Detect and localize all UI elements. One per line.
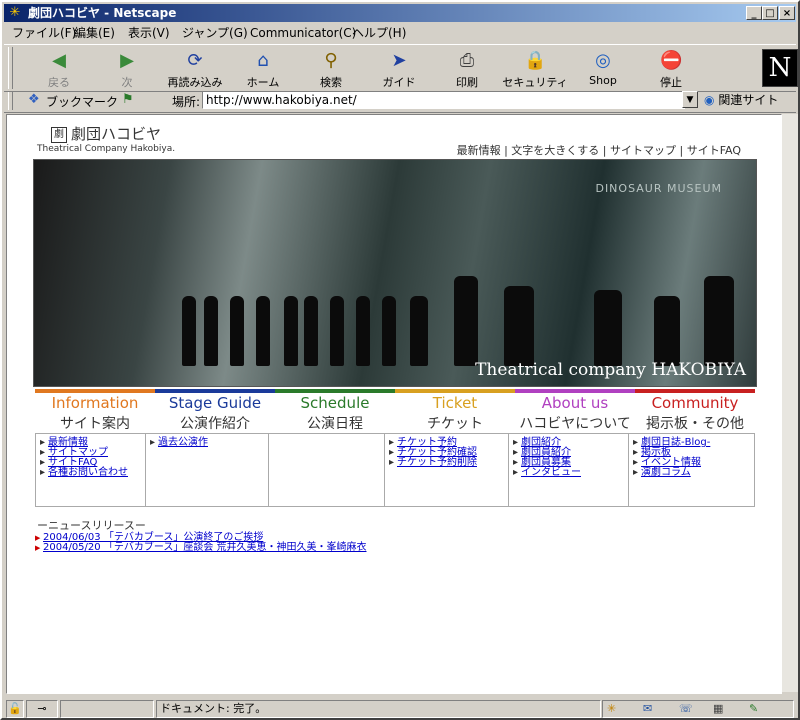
hero-backdrop-text: DINOSAUR MUSEUM bbox=[595, 182, 722, 195]
link-contact[interactable]: 各種お問い合わせ bbox=[36, 468, 145, 479]
navigator-icon[interactable]: ✳ bbox=[607, 701, 616, 717]
minimize-button[interactable]: _ bbox=[746, 6, 762, 20]
link-interview[interactable]: インタビュー bbox=[509, 468, 628, 479]
link-past-works[interactable]: 過去公演作 bbox=[146, 438, 268, 449]
search-button[interactable]: ⚲ 検索 bbox=[298, 48, 364, 90]
security-button[interactable]: 🔒 セキュリティ bbox=[502, 48, 568, 90]
sub-navigation: 最新情報 サイトマップ サイトFAQ 各種お問い合わせ 過去公演作 チケット予約… bbox=[35, 433, 755, 507]
menu-file[interactable]: ファイル(F) bbox=[12, 23, 76, 43]
netscape-logo[interactable]: N bbox=[762, 49, 798, 87]
search-icon: ⚲ bbox=[324, 50, 338, 71]
nav-ticket[interactable]: Ticket チケット bbox=[395, 389, 515, 435]
component-bar: ✳ ✉ ☏ ▦ ✎ bbox=[602, 700, 794, 718]
forward-arrow-icon: ▶ bbox=[120, 50, 134, 71]
subnav-community: 劇団日誌-Blog- 掲示板 イベント情報 演劇コラム bbox=[629, 434, 753, 506]
logo-mark-icon: 劇 bbox=[51, 126, 67, 143]
print-icon: ⎙ bbox=[459, 50, 475, 71]
location-bar: ❖ ブックマーク ⚑ 場所: http://www.hakobiya.net/ … bbox=[4, 90, 796, 113]
link-column[interactable]: 演劇コラム bbox=[629, 468, 753, 479]
shop-icon: ◎ bbox=[595, 50, 611, 71]
menu-help[interactable]: ヘルプ(H) bbox=[352, 23, 406, 43]
menu-bar: ファイル(F) 編集(E) 表示(V) ジャンプ(G) Communicator… bbox=[4, 23, 796, 43]
news-heading: ーニュースリリースー bbox=[37, 519, 146, 532]
mail-icon[interactable]: ✉ bbox=[643, 701, 652, 717]
news-item[interactable]: 2004/05/20 「テバカブース」座談会 荒井久美恵・神田久美・峯崎麻衣 bbox=[35, 543, 367, 554]
subnav-information: 最新情報 サイトマップ サイトFAQ 各種お問い合わせ bbox=[36, 434, 146, 506]
url-dropdown-button[interactable]: ▼ bbox=[682, 91, 698, 108]
nav-community[interactable]: Community 掲示板・その他 bbox=[635, 389, 755, 435]
netscape-app-icon: ✳ bbox=[9, 5, 21, 20]
status-bar: 🔓 ⊸ ドキュメント: 完了。 ✳ ✉ ☏ ▦ ✎ bbox=[4, 698, 796, 718]
title-bar[interactable]: ✳ 劇団ハコビヤ - Netscape _ □ × bbox=[4, 4, 796, 22]
window-title: 劇団ハコビヤ - Netscape bbox=[28, 6, 177, 20]
reload-icon: ⟳ bbox=[187, 50, 203, 71]
reload-button[interactable]: ⟳ 再読み込み bbox=[162, 48, 228, 90]
hero-image: DINOSAUR MUSEUM Theatrical company HAKOB… bbox=[33, 159, 757, 387]
link-ticket-cancel[interactable]: チケット予約削除 bbox=[385, 458, 508, 469]
site-logo-subtitle: Theatrical Company Hakobiya. bbox=[37, 144, 176, 154]
lock-icon: 🔒 bbox=[524, 50, 547, 71]
print-button[interactable]: ⎙ 印刷 bbox=[434, 48, 500, 90]
status-text: ドキュメント: 完了。 bbox=[156, 700, 601, 718]
menu-view[interactable]: 表示(V) bbox=[128, 23, 170, 43]
stop-button[interactable]: ⛔ 停止 bbox=[638, 48, 704, 90]
location-label: 場所: bbox=[172, 95, 201, 109]
editor-icon[interactable]: ✎ bbox=[749, 701, 758, 717]
back-button[interactable]: ◀ 戻る bbox=[26, 48, 92, 90]
subnav-ticket: チケット予約 チケット予約確認 チケット予約削除 bbox=[385, 434, 509, 506]
stop-icon: ⛔ bbox=[660, 50, 683, 71]
url-field[interactable]: http://www.hakobiya.net/ bbox=[202, 91, 685, 109]
security-lock-icon[interactable]: 🔓 bbox=[6, 700, 24, 718]
nav-information[interactable]: Information サイト案内 bbox=[35, 389, 155, 435]
browser-window: ✳ 劇団ハコビヤ - Netscape _ □ × ファイル(F) 編集(E) … bbox=[0, 0, 800, 720]
back-arrow-icon: ◀ bbox=[52, 50, 66, 71]
shop-button[interactable]: ◎ Shop bbox=[570, 48, 636, 90]
nav-schedule[interactable]: Schedule 公演日程 bbox=[275, 389, 395, 435]
top-links[interactable]: 最新情報 | 文字を大きくする | サイトマップ | サイトFAQ bbox=[457, 142, 741, 158]
guide-button[interactable]: ➤ ガイド bbox=[366, 48, 432, 90]
progress-bar bbox=[60, 700, 154, 718]
site-logo[interactable]: 劇劇団ハコビヤ bbox=[51, 123, 161, 144]
navigation-toolbar: ◀ 戻る ▶ 次 ⟳ 再読み込み ⌂ ホーム ⚲ 検索 ➤ ガイド ⎙ 印刷 🔒 セキュリティ … bbox=[4, 44, 798, 92]
guide-icon: ➤ bbox=[391, 50, 407, 71]
page-content: 劇劇団ハコビヤ Theatrical Company Hakobiya. 最新情… bbox=[6, 114, 782, 694]
vertical-scrollbar[interactable] bbox=[782, 114, 798, 692]
forward-button[interactable]: ▶ 次 bbox=[94, 48, 160, 90]
menu-edit[interactable]: 編集(E) bbox=[74, 23, 115, 43]
menu-go[interactable]: ジャンプ(G) bbox=[182, 23, 248, 43]
nav-stage-guide[interactable]: Stage Guide 公演作紹介 bbox=[155, 389, 275, 435]
composer-icon[interactable]: ▦ bbox=[713, 701, 723, 717]
maximize-button[interactable]: □ bbox=[762, 6, 778, 20]
subnav-schedule bbox=[269, 434, 385, 506]
home-icon: ⌂ bbox=[257, 50, 269, 71]
subnav-stage-guide: 過去公演作 bbox=[146, 434, 269, 506]
home-button[interactable]: ⌂ ホーム bbox=[230, 48, 296, 90]
subnav-about-us: 劇団紹介 劇団員紹介 劇団員募集 インタビュー bbox=[509, 434, 629, 506]
related-icon: ◉ bbox=[704, 93, 715, 107]
nav-about-us[interactable]: About us ハコビヤについて bbox=[515, 389, 635, 435]
discussion-icon[interactable]: ☏ bbox=[679, 701, 693, 717]
news-list: 2004/06/03 「テバカブース」公演終了のご挨拶 2004/05/20 「… bbox=[35, 533, 367, 554]
location-grip[interactable] bbox=[8, 92, 13, 110]
close-button[interactable]: × bbox=[779, 6, 795, 20]
bookmarks-button[interactable]: ブックマーク bbox=[46, 93, 118, 110]
related-sites-button[interactable]: ◉ 関連サイト bbox=[704, 91, 778, 109]
hero-caption: Theatrical company HAKOBIYA bbox=[475, 360, 746, 380]
toolbar-grip[interactable] bbox=[8, 47, 13, 89]
menu-communicator[interactable]: Communicator(C) bbox=[250, 23, 356, 43]
page-proxy-icon[interactable]: ⚑ bbox=[122, 92, 134, 107]
main-nav: Information サイト案内 Stage Guide 公演作紹介 Schedu… bbox=[35, 389, 755, 435]
connection-icon: ⊸ bbox=[26, 700, 58, 718]
bookmark-icon: ❖ bbox=[28, 92, 40, 107]
